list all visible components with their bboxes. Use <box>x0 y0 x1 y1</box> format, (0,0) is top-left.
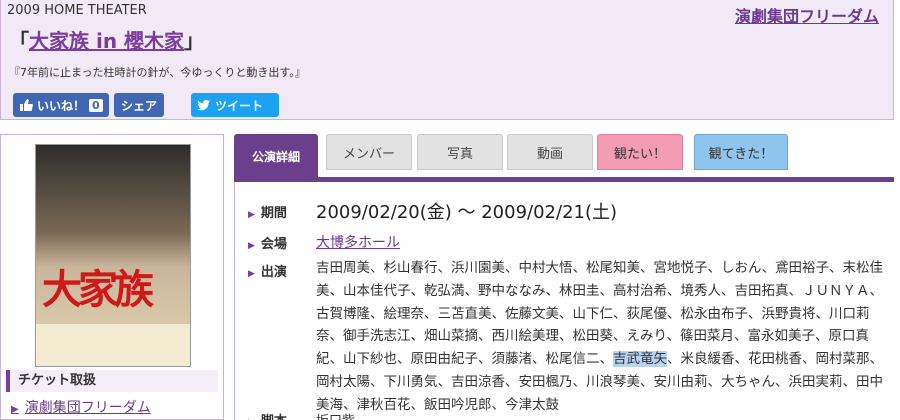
cast-highlight: 吉武竜矢 <box>613 351 667 368</box>
tab-bar: 公演詳細 メンバー 写真 動画 観たい！ 観てきた！ <box>234 134 894 178</box>
title-open-bracket: 「 <box>9 29 29 53</box>
troupe-link[interactable]: 演劇集団フリーダム <box>735 3 879 27</box>
year-label: 2009 HOME THEATER <box>7 3 147 18</box>
tweet-label: ツイート <box>215 98 264 113</box>
page-title: 「大家族 in 櫻木家」 <box>9 25 204 54</box>
tab-photos[interactable]: 写真 <box>417 134 503 170</box>
arrow-right-icon: ▶ <box>248 269 255 279</box>
twitter-bird-icon <box>197 99 210 111</box>
facebook-like-button[interactable]: いいね！ 0 <box>13 93 109 117</box>
like-label: いいね！ <box>37 98 86 113</box>
title-link[interactable]: 大家族 in 櫻木家 <box>29 29 184 53</box>
thumbs-up-icon <box>20 99 33 111</box>
cast-label: ▶ 出演 <box>248 265 287 280</box>
poster-image[interactable]: 大家族 <box>35 144 191 367</box>
ticket-link[interactable]: ▶ 演劇集団フリーダム <box>11 397 151 417</box>
ticket-link-label: 演劇集団フリーダム <box>24 400 151 416</box>
tab-details[interactable]: 公演詳細 <box>234 134 318 178</box>
saw-it-button[interactable]: 観てきた！ <box>694 134 788 170</box>
arrow-right-icon: ▶ <box>11 404 19 415</box>
script-value: 坂口紫 <box>316 410 355 420</box>
arrow-right-icon: ▶ <box>248 210 255 220</box>
tagline: 『7年前に止まった柱時計の針が、今ゆっくりと動き出す。』 <box>9 66 306 79</box>
cast-list: 吉田周美、杉山春行、浜川園美、中村大悟、松尾知美、宮地悦子、しおん、鳶田裕子、末… <box>316 257 892 417</box>
tweet-button[interactable]: ツイート <box>191 93 279 117</box>
venue-label: ▶ 会場 <box>248 237 287 252</box>
want-to-see-button[interactable]: 観たい！ <box>597 134 683 170</box>
sidebar: 大家族 チケット取扱 ▶ 演劇集団フリーダム <box>0 134 224 420</box>
page-header: 2009 HOME THEATER 「大家族 in 櫻木家」 『7年前に止まった… <box>0 0 894 120</box>
ticket-heading: チケット取扱 <box>6 370 218 392</box>
poster-title-art: 大家族 <box>42 266 154 313</box>
tab-members[interactable]: メンバー <box>326 134 412 170</box>
title-close-bracket: 」 <box>184 29 205 53</box>
like-count: 0 <box>89 98 103 112</box>
poster-info-strip <box>36 324 190 366</box>
period-value: 2009/02/20(金) 〜 2009/02/21(土) <box>316 202 618 223</box>
arrow-right-icon: ▶ <box>248 241 255 251</box>
facebook-share-button[interactable]: シェア <box>114 93 164 117</box>
tab-videos[interactable]: 動画 <box>507 134 593 170</box>
venue-link[interactable]: 大博多ホール <box>316 232 400 252</box>
period-label: ▶ 期間 <box>248 206 287 221</box>
script-label: ▶脚本 <box>248 410 287 420</box>
